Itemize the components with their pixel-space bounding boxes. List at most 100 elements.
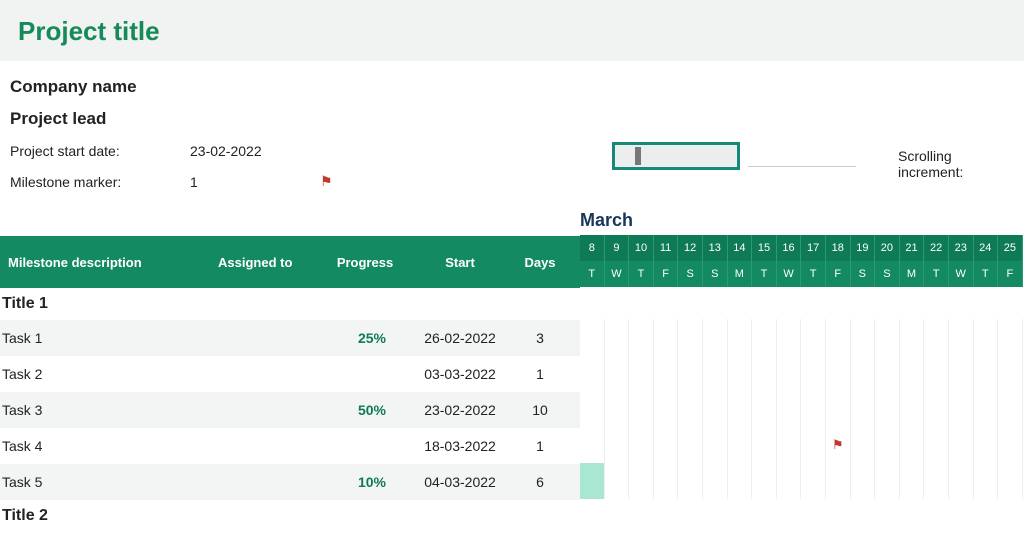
calendar-day-cell[interactable] (998, 391, 1023, 427)
calendar-day-cell[interactable] (924, 319, 949, 355)
calendar-day-cell[interactable] (875, 319, 900, 355)
calendar-day-cell[interactable] (851, 463, 876, 499)
calendar-day-cell[interactable] (629, 319, 654, 355)
calendar-day-cell[interactable] (826, 355, 851, 391)
calendar-day-cell[interactable] (728, 391, 753, 427)
calendar-day-cell[interactable] (752, 463, 777, 499)
calendar-day-cell[interactable] (728, 319, 753, 355)
calendar-day-cell[interactable] (703, 319, 728, 355)
calendar-day-cell[interactable] (851, 427, 876, 463)
calendar-day-cell[interactable] (678, 355, 703, 391)
calendar-day-cell[interactable] (998, 355, 1023, 391)
calendar-day-cell[interactable] (875, 427, 900, 463)
calendar-day-cell[interactable] (826, 391, 851, 427)
calendar-day-cell[interactable] (654, 463, 679, 499)
calendar-day-cell[interactable] (703, 463, 728, 499)
calendar-day-cell[interactable] (678, 463, 703, 499)
task-row[interactable]: Task 350%23-02-202210 (0, 392, 580, 428)
calendar-day-cell[interactable] (949, 355, 974, 391)
task-progress-cell[interactable]: 50% (320, 392, 410, 428)
calendar-day-cell[interactable] (998, 319, 1023, 355)
task-start-cell[interactable]: 26-02-2022 (410, 330, 510, 346)
calendar-day-cell[interactable] (678, 319, 703, 355)
task-days-cell[interactable]: 1 (510, 366, 570, 382)
calendar-day-cell[interactable] (777, 427, 802, 463)
calendar-day-cell[interactable] (949, 319, 974, 355)
task-name-cell[interactable]: Task 3 (0, 402, 210, 418)
calendar-day-cell[interactable] (580, 463, 605, 499)
calendar-day-cell[interactable] (924, 391, 949, 427)
task-name-cell[interactable]: Task 1 (0, 330, 210, 346)
task-days-cell[interactable]: 1 (510, 438, 570, 454)
calendar-day-cell[interactable] (900, 319, 925, 355)
task-progress-cell[interactable]: 10% (320, 464, 410, 500)
calendar-day-cell[interactable] (605, 319, 630, 355)
calendar-day-cell[interactable] (752, 391, 777, 427)
task-row[interactable]: Task 5 10%04-03-20226 (0, 464, 580, 500)
calendar-day-cell[interactable] (826, 319, 851, 355)
calendar-day-cell[interactable] (654, 319, 679, 355)
calendar-day-cell[interactable] (801, 463, 826, 499)
calendar-day-cell[interactable] (851, 391, 876, 427)
task-name-cell[interactable]: Task 2 (0, 366, 210, 382)
calendar-day-cell[interactable] (752, 355, 777, 391)
calendar-day-cell[interactable] (580, 391, 605, 427)
calendar-day-cell[interactable] (605, 427, 630, 463)
task-days-cell[interactable]: 6 (510, 474, 570, 490)
calendar-day-cell[interactable] (728, 463, 753, 499)
calendar-day-cell[interactable] (974, 463, 999, 499)
calendar-day-cell[interactable] (605, 463, 630, 499)
calendar-day-cell[interactable] (678, 391, 703, 427)
calendar-day-cell[interactable] (924, 427, 949, 463)
calendar-day-cell[interactable] (703, 427, 728, 463)
calendar-day-cell[interactable] (654, 391, 679, 427)
task-start-cell[interactable]: 04-03-2022 (410, 474, 510, 490)
calendar-day-cell[interactable] (629, 427, 654, 463)
task-name-cell[interactable]: Task 5 (0, 474, 210, 490)
calendar-day-cell[interactable] (654, 355, 679, 391)
calendar-day-cell[interactable] (580, 427, 605, 463)
calendar-day-cell[interactable] (752, 427, 777, 463)
calendar-day-cell[interactable] (924, 463, 949, 499)
calendar-day-cell[interactable] (900, 463, 925, 499)
task-row[interactable]: Task 2 03-03-20221 (0, 356, 580, 392)
task-row[interactable]: Task 1 25%26-02-20223 (0, 320, 580, 356)
calendar-day-cell[interactable] (875, 463, 900, 499)
task-start-cell[interactable]: 03-03-2022 (410, 366, 510, 382)
calendar-day-cell[interactable] (777, 319, 802, 355)
task-progress-cell[interactable]: 25% (320, 320, 410, 356)
task-name-cell[interactable]: Task 4 (0, 438, 210, 454)
calendar-day-cell[interactable] (777, 463, 802, 499)
calendar-day-cell[interactable] (924, 355, 949, 391)
calendar-day-cell[interactable] (580, 319, 605, 355)
calendar-day-cell[interactable] (875, 355, 900, 391)
task-start-cell[interactable]: 18-03-2022 (410, 438, 510, 454)
calendar-day-cell[interactable] (900, 391, 925, 427)
calendar-day-cell[interactable] (851, 355, 876, 391)
calendar-day-cell[interactable] (801, 355, 826, 391)
calendar-day-cell[interactable] (974, 319, 999, 355)
calendar-day-cell[interactable] (974, 391, 999, 427)
calendar-day-cell[interactable] (851, 319, 876, 355)
calendar-day-cell[interactable] (998, 463, 1023, 499)
task-days-cell[interactable]: 3 (510, 330, 570, 346)
scrollbar-thumb[interactable] (635, 147, 641, 165)
calendar-day-cell[interactable] (777, 391, 802, 427)
calendar-day-cell[interactable] (974, 427, 999, 463)
calendar-day-cell[interactable]: ⚑ (826, 427, 851, 463)
task-days-cell[interactable]: 10 (510, 402, 570, 418)
calendar-day-cell[interactable] (801, 427, 826, 463)
horizontal-scrollbar[interactable] (612, 142, 740, 170)
calendar-day-cell[interactable] (900, 427, 925, 463)
calendar-day-cell[interactable] (654, 427, 679, 463)
calendar-day-cell[interactable] (703, 355, 728, 391)
scrollbar-track[interactable] (748, 145, 856, 167)
calendar-day-cell[interactable] (629, 391, 654, 427)
task-progress-cell[interactable] (320, 428, 410, 464)
calendar-day-cell[interactable] (629, 463, 654, 499)
calendar-day-cell[interactable] (998, 427, 1023, 463)
calendar-day-cell[interactable] (629, 355, 654, 391)
calendar-day-cell[interactable] (703, 391, 728, 427)
calendar-day-cell[interactable] (777, 355, 802, 391)
calendar-day-cell[interactable] (580, 355, 605, 391)
